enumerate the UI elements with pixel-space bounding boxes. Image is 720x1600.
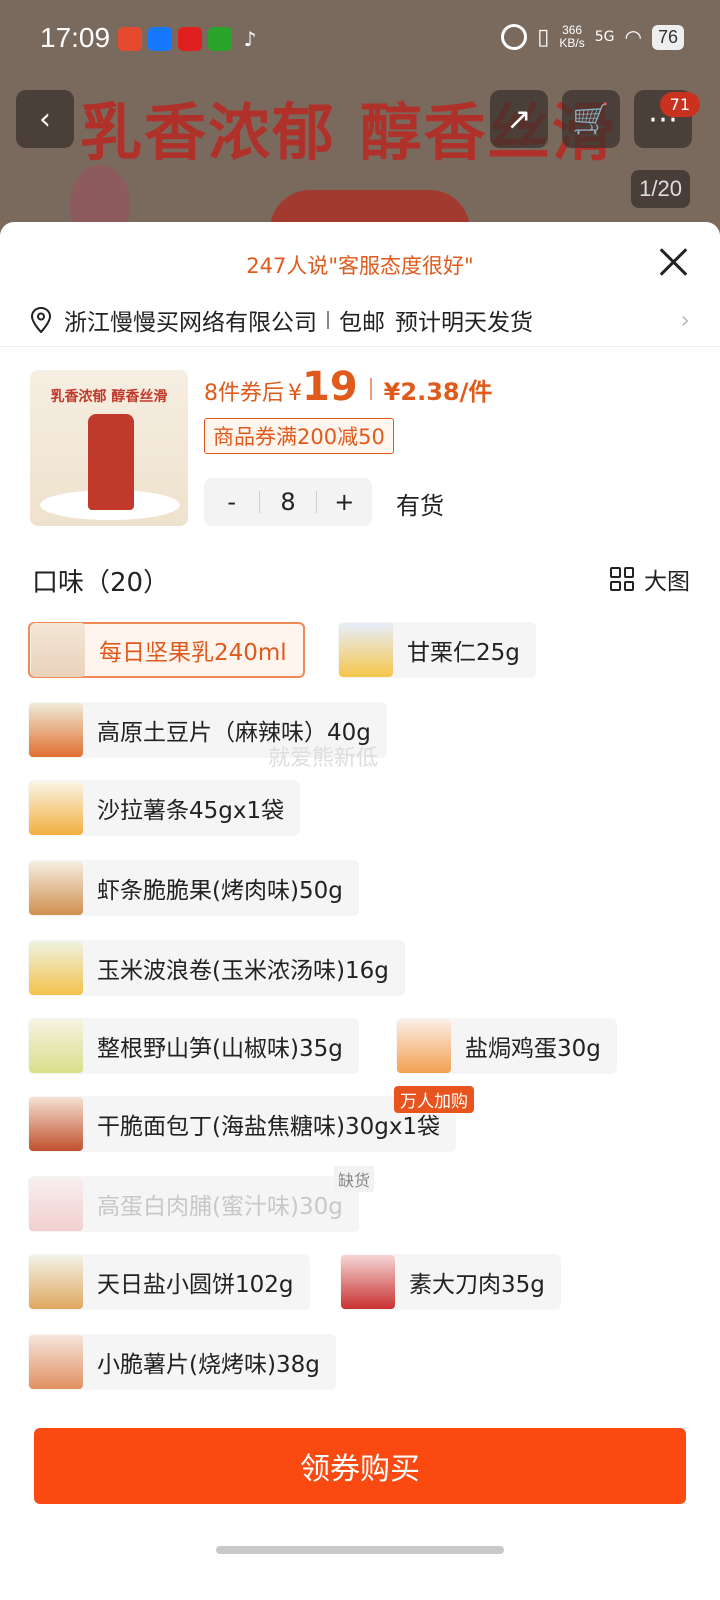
flavor-option[interactable]: 素大刀肉35g — [340, 1254, 561, 1310]
free-shipping: 包邮 — [339, 310, 385, 336]
home-indicator[interactable] — [216, 1546, 504, 1554]
option-label: 盐焗鸡蛋30g — [465, 1036, 601, 1062]
option-thumbnail — [339, 623, 393, 677]
option-label: 玉米波浪卷(玉米浓汤味)16g — [97, 958, 389, 984]
option-label: 每日坚果乳240ml — [99, 640, 287, 666]
shipping-row[interactable]: 浙江慢慢买网络有限公司 包邮 预计明天发货 › — [30, 298, 690, 342]
option-thumbnail — [29, 1255, 83, 1309]
option-thumbnail — [29, 1177, 83, 1231]
option-thumbnail — [341, 1255, 395, 1309]
unit-price: ¥2.38/件 — [383, 378, 493, 406]
watermark: 就爱熊新低 — [268, 746, 379, 771]
big-image-label: 大图 — [644, 569, 690, 595]
buy-button[interactable]: 领券购买 — [34, 1428, 686, 1504]
divider — [327, 311, 329, 329]
flavor-option[interactable]: 小脆薯片(烧烤味)38g — [28, 1334, 336, 1390]
product-thumbnail[interactable]: 乳香浓郁 醇香丝滑 — [30, 370, 188, 526]
dispatch-estimate: 预计明天发货 — [395, 310, 533, 336]
app-icon — [178, 27, 202, 51]
flavor-section-title: 口味（20） — [32, 568, 170, 598]
option-thumbnail — [29, 703, 83, 757]
quantity-value[interactable]: 8 — [260, 488, 315, 516]
option-label: 沙拉薯条45gx1袋 — [97, 798, 285, 824]
status-bar: 17:09 ♪ ▯ 366 KB/s 5G ◠ 76 — [0, 0, 720, 80]
location-pin-icon — [30, 307, 52, 333]
option-label: 高蛋白肉脯(蜜汁味)30g — [97, 1194, 343, 1220]
out-of-stock-tag: 缺货 — [334, 1166, 375, 1192]
status-indicators: ▯ 366 KB/s 5G ◠ 76 — [501, 24, 684, 50]
net-speed: 366 KB/s — [559, 23, 585, 50]
option-label: 整根野山笋(山椒味)35g — [97, 1036, 343, 1062]
close-button[interactable] — [654, 242, 694, 282]
quantity-stepper: - 8 + — [204, 478, 372, 526]
big-image-toggle[interactable]: 大图 — [610, 562, 690, 596]
cart-badge: 71 — [659, 92, 700, 117]
price-prefix: 8件券后 — [204, 381, 284, 406]
wifi-icon: ◠ — [624, 25, 642, 49]
flavor-option-disabled: 高蛋白肉脯(蜜汁味)30g — [28, 1176, 359, 1232]
status-time: 17:09 — [40, 22, 111, 53]
service-praise: 247人说"客服态度很好" — [246, 254, 474, 278]
option-label: 干脆面包丁(海盐焦糖味)30gx1袋 — [97, 1114, 441, 1140]
notification-icons: ♪ — [118, 27, 262, 51]
option-label: 虾条脆脆果(烤肉味)50g — [97, 878, 343, 904]
decrease-button[interactable]: - — [204, 488, 259, 516]
option-thumbnail — [29, 781, 83, 835]
tiktok-icon: ♪ — [243, 27, 257, 51]
app-icon — [208, 27, 232, 51]
app-icon — [118, 27, 142, 51]
option-label: 甘栗仁25g — [407, 640, 520, 666]
flavor-option[interactable]: 干脆面包丁(海盐焦糖味)30gx1袋 — [28, 1096, 457, 1152]
signal-icon: 5G — [594, 29, 615, 45]
option-thumbnail — [29, 861, 83, 915]
flavor-option[interactable]: 整根野山笋(山椒味)35g — [28, 1018, 359, 1074]
flavor-option[interactable]: 每日坚果乳240ml — [28, 622, 305, 678]
sku-selector-sheet: 247人说"客服态度很好" 浙江慢慢买网络有限公司 包邮 预计明天发货 › 乳香… — [0, 222, 720, 1600]
option-thumbnail — [31, 623, 85, 677]
grid-icon — [610, 567, 634, 591]
thumbnail-text: 乳香浓郁 醇香丝滑 — [50, 389, 168, 405]
seller-company: 浙江慢慢买网络有限公司 — [64, 310, 317, 336]
increase-button[interactable]: + — [317, 488, 372, 516]
option-label: 天日盐小圆饼102g — [97, 1272, 294, 1298]
flavor-option[interactable]: 天日盐小圆饼102g — [28, 1254, 310, 1310]
price-row: 8件券后 ¥ 19 ¥2.38/件 — [204, 364, 492, 410]
image-page-indicator: 1/20 — [631, 170, 690, 208]
option-label: 素大刀肉35g — [409, 1272, 545, 1298]
currency-symbol: ¥ — [288, 381, 302, 406]
coupon-badge: 商品券满200减50 — [204, 418, 394, 454]
can-image — [88, 414, 134, 510]
vibrate-icon: ▯ — [537, 24, 550, 50]
flavor-option[interactable]: 沙拉薯条45gx1袋 — [28, 780, 301, 836]
share-button[interactable]: ↗ — [490, 90, 548, 148]
stock-status: 有货 — [396, 492, 444, 520]
final-price: 19 — [302, 364, 358, 410]
back-button[interactable]: ‹ — [16, 90, 74, 148]
divider — [369, 378, 372, 400]
battery-icon: 76 — [651, 24, 684, 50]
popular-tag: 万人加购 — [394, 1086, 474, 1113]
option-thumbnail — [397, 1019, 451, 1073]
divider — [0, 346, 720, 347]
flavor-option[interactable]: 盐焗鸡蛋30g — [396, 1018, 617, 1074]
app-icon — [148, 27, 172, 51]
chevron-right-icon: › — [680, 306, 690, 334]
option-thumbnail — [29, 1019, 83, 1073]
option-thumbnail — [29, 941, 83, 995]
option-thumbnail — [29, 1335, 83, 1389]
option-thumbnail — [29, 1097, 83, 1151]
flavor-option[interactable]: 甘栗仁25g — [338, 622, 536, 678]
flavor-option[interactable]: 玉米波浪卷(玉米浓汤味)16g — [28, 940, 405, 996]
alarm-icon — [501, 24, 528, 50]
option-label: 小脆薯片(烧烤味)38g — [97, 1352, 320, 1378]
flavor-option[interactable]: 虾条脆脆果(烤肉味)50g — [28, 860, 359, 916]
cart-button[interactable]: 🛒 — [562, 90, 620, 148]
